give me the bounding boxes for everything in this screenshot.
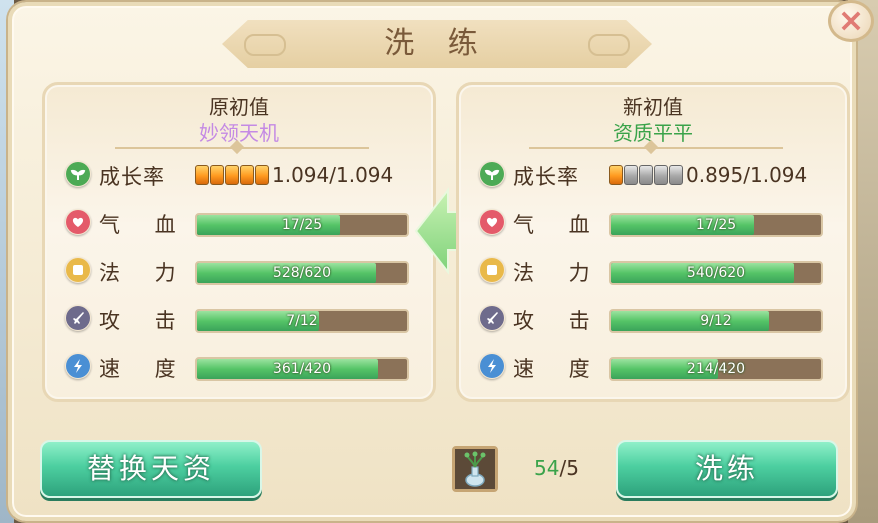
growth-pip-empty (639, 165, 653, 185)
stat-label: 气 血 (99, 213, 190, 237)
mana-square-icon (479, 257, 505, 283)
bar-value: 528/620 (272, 265, 332, 281)
heart-icon (479, 209, 505, 235)
potion-vase-icon (455, 449, 495, 489)
mp-bar: 540/620 (609, 261, 823, 285)
growth-value: 0.895/1.094 (686, 163, 808, 187)
growth-pips (609, 165, 684, 185)
growth-pip-empty (669, 165, 683, 185)
refine-item-slot[interactable] (452, 446, 498, 492)
panel-title: 原初值 (209, 95, 269, 119)
speed-bar: 361/420 (195, 357, 409, 381)
growth-pip-empty (654, 165, 668, 185)
hp-row: 气 血 17/25 (45, 205, 433, 241)
stat-label: 法 力 (513, 261, 604, 285)
growth-meter: 0.895/1.094 (609, 163, 807, 189)
lightning-icon (479, 353, 505, 379)
growth-pip-filled (195, 165, 209, 185)
lightning-icon (65, 353, 91, 379)
speed-bar: 214/420 (609, 357, 823, 381)
growth-pip-filled (240, 165, 254, 185)
growth-row: 成长率 0.895/1.094 (459, 157, 847, 193)
hp-row: 气 血 17/25 (459, 205, 847, 241)
attack-bar: 7/12 (195, 309, 409, 333)
panel-title: 新初值 (623, 95, 683, 119)
growth-label: 成长率 (513, 165, 579, 189)
replace-aptitude-button[interactable]: 替换天资 (40, 440, 262, 498)
stat-label: 攻 击 (513, 309, 604, 333)
hp-bar: 17/25 (609, 213, 823, 237)
mana-square-icon (65, 257, 91, 283)
growth-meter: 1.094/1.094 (195, 163, 393, 189)
item-counter: 54/5 (534, 456, 579, 480)
bar-value: 214/420 (686, 361, 746, 377)
bar-value: 540/620 (686, 265, 746, 281)
refine-button[interactable]: 洗练 (616, 440, 838, 498)
stat-label: 攻 击 (99, 309, 190, 333)
item-count-current: 54 (534, 456, 560, 480)
growth-value: 1.094/1.094 (272, 163, 394, 187)
stat-label: 速 度 (99, 357, 190, 381)
refine-dialog: 洗 练 原初值 妙领天机 成长率 1.094/1.094 气 血 17/25 法… (8, 0, 874, 521)
dialog-title: 洗 练 (384, 26, 490, 61)
growth-pip-filled (255, 165, 269, 185)
new-values-panel: 新初值 资质平平 成长率 0.895/1.094 气 血 17/25 法 力 5… (456, 82, 850, 402)
attack-bar: 9/12 (609, 309, 823, 333)
sword-icon (479, 305, 505, 331)
speed-row: 速 度 214/420 (459, 349, 847, 385)
growth-pip-filled (609, 165, 623, 185)
stat-label: 速 度 (513, 357, 604, 381)
growth-pip-filled (210, 165, 224, 185)
bar-value: 17/25 (281, 217, 323, 233)
attack-row: 攻 击 7/12 (45, 301, 433, 337)
growth-label: 成长率 (99, 165, 165, 189)
attack-row: 攻 击 9/12 (459, 301, 847, 337)
growth-pip-empty (624, 165, 638, 185)
speed-row: 速 度 361/420 (45, 349, 433, 385)
sprout-icon (479, 161, 505, 187)
mp-row: 法 力 528/620 (45, 253, 433, 289)
bar-value: 17/25 (695, 217, 737, 233)
divider (115, 147, 369, 149)
sprout-icon (65, 161, 91, 187)
mp-bar: 528/620 (195, 261, 409, 285)
hp-bar: 17/25 (195, 213, 409, 237)
growth-row: 成长率 1.094/1.094 (45, 157, 433, 193)
bar-value: 9/12 (700, 313, 732, 329)
sword-icon (65, 305, 91, 331)
item-count-required: 5 (566, 456, 579, 480)
growth-pips (195, 165, 270, 185)
original-values-panel: 原初值 妙领天机 成长率 1.094/1.094 气 血 17/25 法 力 5… (42, 82, 436, 402)
stat-label: 气 血 (513, 213, 604, 237)
divider (529, 147, 783, 149)
mp-row: 法 力 540/620 (459, 253, 847, 289)
stat-label: 法 力 (99, 261, 190, 285)
bar-value: 7/12 (286, 313, 318, 329)
bar-value: 361/420 (272, 361, 332, 377)
close-button[interactable]: × (828, 0, 874, 42)
growth-pip-filled (225, 165, 239, 185)
heart-icon (65, 209, 91, 235)
